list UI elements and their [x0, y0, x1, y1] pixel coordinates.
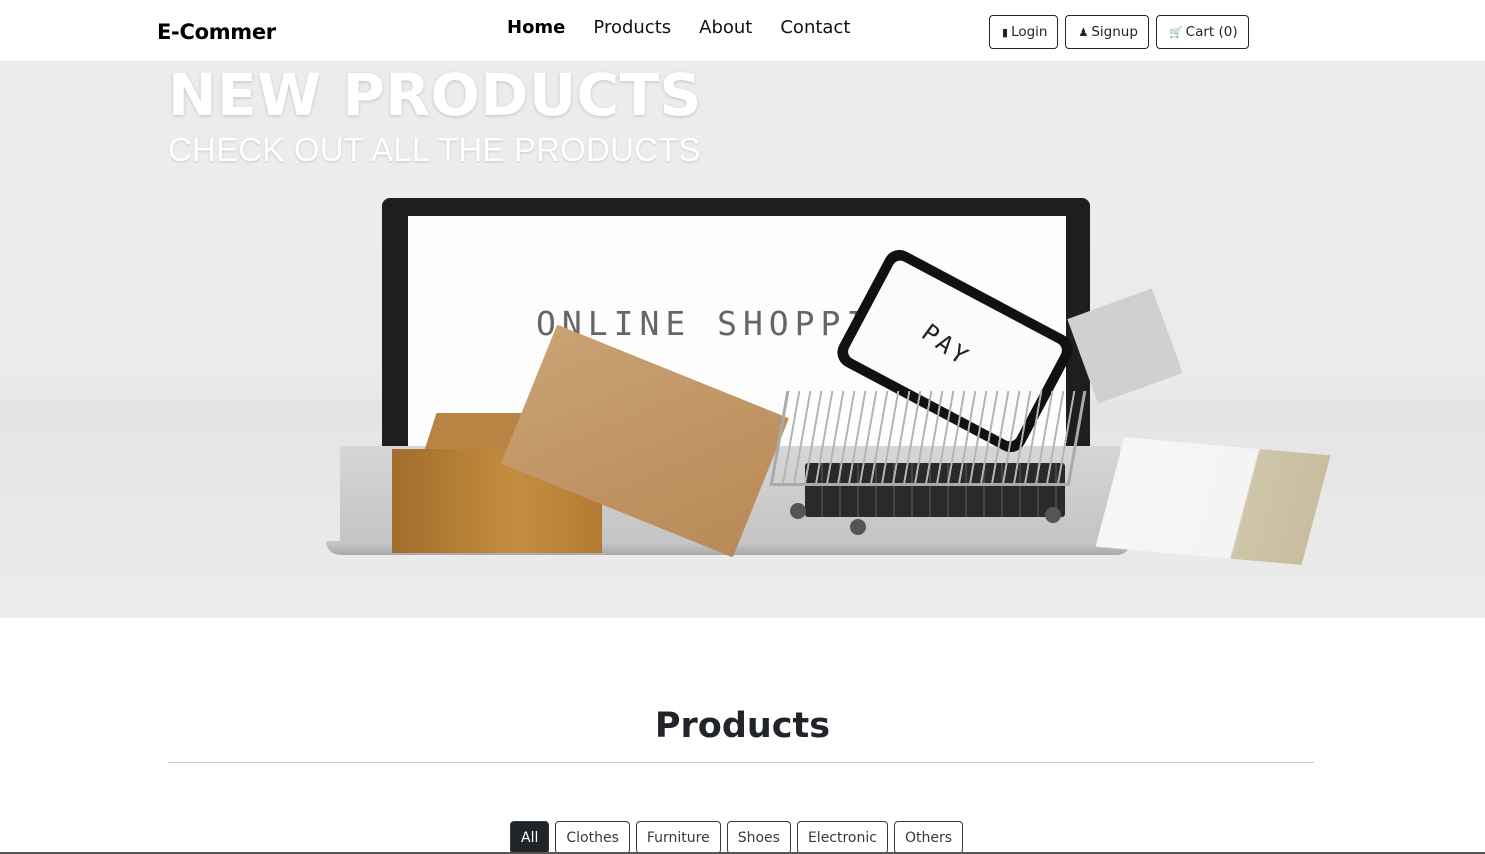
signup-label: Signup	[1091, 24, 1138, 40]
login-icon: ▮	[1002, 25, 1009, 39]
cart-wheel	[1045, 507, 1061, 523]
brand-logo[interactable]: E-Commer	[157, 20, 276, 44]
shopping-cart-image	[769, 391, 1087, 486]
cart-wheel	[850, 519, 866, 535]
cart-icon: 🛒	[1168, 25, 1183, 39]
nav-links: Home Products About Contact	[507, 17, 850, 38]
filter-clothes-button[interactable]: Clothes	[555, 821, 630, 854]
cart-wheel	[790, 503, 806, 519]
hero-banner: ONLINE SHOPPING PAY NEW PRODUCTS CHECK O…	[0, 61, 1485, 618]
filter-electronic-button[interactable]: Electronic	[796, 821, 888, 854]
nav-link-about[interactable]: About	[699, 17, 752, 38]
nav-link-products[interactable]: Products	[593, 17, 671, 38]
section-divider	[168, 762, 1314, 763]
hero-title: NEW PRODUCTS	[168, 61, 702, 129]
nav-buttons: ▮ Login ♟ Signup 🛒 Cart (0)	[989, 15, 1249, 49]
nav-link-home[interactable]: Home	[507, 17, 565, 38]
login-label: Login	[1011, 24, 1048, 40]
user-plus-icon: ♟	[1078, 25, 1089, 39]
nav-link-contact[interactable]: Contact	[780, 17, 850, 38]
hero-subtitle: CHECK OUT ALL THE PRODUCTS	[168, 131, 701, 168]
filter-furniture-button[interactable]: Furniture	[635, 821, 721, 854]
foam-block	[1095, 437, 1331, 565]
filter-others-button[interactable]: Others	[893, 821, 964, 854]
filter-all-button[interactable]: All	[510, 821, 550, 854]
cart-button[interactable]: 🛒 Cart (0)	[1155, 15, 1249, 49]
navbar: E-Commer Home Products About Contact ▮ L…	[0, 0, 1485, 61]
category-filters: All Clothes Furniture Shoes Electronic O…	[510, 821, 964, 854]
filter-shoes-button[interactable]: Shoes	[726, 821, 791, 854]
cart-label: Cart (0)	[1185, 24, 1238, 40]
phone-text: PAY	[916, 318, 976, 372]
login-button[interactable]: ▮ Login	[989, 15, 1059, 49]
products-heading: Products	[654, 706, 831, 746]
signup-button[interactable]: ♟ Signup	[1065, 15, 1149, 49]
